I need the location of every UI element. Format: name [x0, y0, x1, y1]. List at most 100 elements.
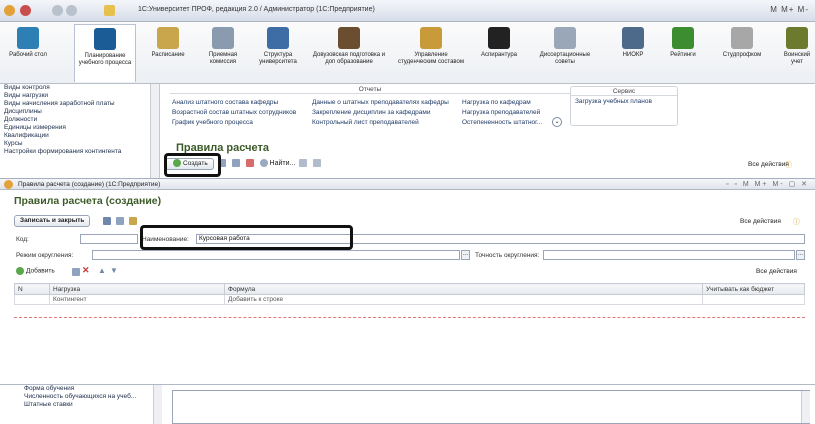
column-header[interactable]: Учитывать как бюджет [702, 283, 805, 295]
report-link[interactable]: Возрастной состав штатных сотрудников [172, 109, 296, 116]
cell[interactable] [14, 294, 50, 305]
section-item[interactable]: Студпрофком [716, 24, 768, 82]
report-link[interactable]: Нагрузка по кафедрам [462, 99, 531, 106]
section-item[interactable]: Приемная комиссия [200, 24, 246, 82]
window-controls[interactable]: M M+ M- [770, 5, 809, 14]
dialog-help-icon[interactable]: ⓘ [793, 217, 800, 227]
save-copy-icon[interactable] [116, 217, 124, 225]
report-link[interactable]: Данные о штатных преподавателях кафедры [312, 99, 449, 106]
section-item[interactable]: Планирование учебного процесса [74, 24, 136, 82]
column-header[interactable]: N [14, 283, 50, 295]
table-row[interactable]: Контингент Добавить к строке [14, 294, 805, 305]
section-item[interactable]: Диссертационные советы [534, 24, 596, 82]
bottom-nav-scrollbar[interactable] [153, 385, 162, 424]
cell[interactable]: Контингент [49, 294, 225, 305]
nav-item[interactable]: Курсы [0, 140, 159, 148]
nav-item[interactable]: Виды начисления заработной платы [0, 100, 159, 108]
section-icon [622, 27, 644, 49]
report-link[interactable]: Анализ штатного состава кафедры [172, 99, 278, 106]
service-link[interactable]: Загрузка учебных планов [571, 96, 677, 107]
window-title-bar: 1С:Университет ПРОФ, редакция 2.0 / Адми… [0, 0, 815, 22]
section-item[interactable]: Рейтинги [660, 24, 706, 82]
save-and-close-button[interactable]: Записать и закрыть [14, 215, 91, 227]
textarea-scrollbar[interactable] [801, 391, 810, 423]
report-link[interactable]: Нагрузка преподавателей [462, 109, 540, 116]
nav-item[interactable]: Настройки формирования контингента [0, 148, 159, 156]
cell[interactable] [702, 294, 805, 305]
column-header[interactable]: Нагрузка [49, 283, 225, 295]
section-icon [731, 27, 753, 49]
nav-item[interactable]: Форма обучения [14, 385, 162, 393]
find-link[interactable]: Найти... [270, 160, 296, 167]
section-item[interactable]: Рабочий стол [8, 24, 48, 82]
dialog-logo-icon[interactable] [4, 180, 13, 189]
nav-item[interactable]: Единицы измерения [0, 124, 159, 132]
nav-item[interactable]: Дисциплины [0, 108, 159, 116]
dialog-title-bar: Правила расчета (создание) (1С:Предприят… [0, 178, 815, 190]
print-form-icon[interactable] [129, 217, 137, 225]
delete-row-icon[interactable]: ✕ [82, 265, 90, 276]
copy-row-icon[interactable] [72, 268, 80, 276]
table-header-row: N Нагрузка Формула Учитывать как бюджет [14, 283, 805, 295]
nav-item[interactable]: Должности [0, 116, 159, 124]
dialog-all-actions[interactable]: Все действия [740, 218, 781, 225]
code-field[interactable] [80, 234, 138, 244]
section-item[interactable]: Расписание [145, 24, 191, 82]
section-item[interactable]: Довузовская подготовка и доп образование [310, 24, 388, 82]
section-label: Структура университета [259, 52, 297, 65]
report-link[interactable]: График учебного процесса [172, 119, 253, 126]
bg-all-actions[interactable]: Все действия [748, 161, 789, 168]
section-item[interactable]: Воинский учет [778, 24, 815, 82]
service-header: Сервис [571, 87, 677, 96]
favorites-icon[interactable] [104, 5, 115, 16]
edit-icon[interactable] [231, 159, 240, 168]
report-link[interactable]: Контрольный лист преподавателей [312, 119, 419, 126]
section-item[interactable]: Управление студенческим составом [396, 24, 466, 82]
nav-item[interactable]: Виды нагрузки [0, 92, 159, 100]
report-link[interactable]: Закрепление дисциплин за кафедрами [312, 109, 431, 116]
highlight-name-field [140, 225, 353, 250]
section-item[interactable]: НИОКР [610, 24, 656, 82]
filter-icon[interactable] [299, 159, 308, 168]
move-down-icon[interactable]: ▼ [110, 266, 118, 275]
nav-item[interactable]: Виды контроля [0, 84, 159, 92]
expand-reports-icon[interactable]: ⌄ [552, 117, 562, 127]
cell[interactable]: Добавить к строке [224, 294, 703, 305]
section-label: Рейтинги [670, 52, 696, 58]
section-item[interactable]: Аспирантура [474, 24, 524, 82]
app-logo-icon[interactable] [4, 5, 15, 16]
search-icon[interactable] [259, 159, 268, 168]
menu-icon[interactable] [20, 5, 31, 16]
section-label: Управление студенческим составом [397, 52, 464, 65]
add-icon [16, 267, 24, 275]
column-header[interactable]: Формула [224, 283, 703, 295]
nav-item[interactable]: Штатные ставки [14, 401, 162, 409]
section-item[interactable]: Структура университета [253, 24, 303, 82]
section-icon [672, 27, 694, 49]
nav-item[interactable]: Квалификации [0, 132, 159, 140]
add-row-button[interactable]: Добавить [16, 267, 55, 275]
table-all-actions[interactable]: Все действия [756, 268, 797, 275]
report-link[interactable]: Остепененность штатног... [462, 119, 542, 126]
nav-item[interactable]: Численность обучающихся на учеб... [14, 393, 162, 401]
section-icon [157, 27, 179, 49]
section-icon [488, 27, 510, 49]
section-icon [267, 27, 289, 49]
rounding-field[interactable] [92, 250, 460, 260]
move-up-icon[interactable]: ▲ [98, 266, 106, 275]
help-icon[interactable]: ⓘ [785, 160, 792, 170]
dialog-window-controls[interactable]: ▫ ▫ M M+ M- ▢ ✕ [726, 180, 809, 188]
forward-icon[interactable] [66, 5, 77, 16]
save-icon[interactable] [103, 217, 111, 225]
left-nav-scrollbar[interactable] [150, 84, 159, 178]
rounding-select-button[interactable]: ... [461, 250, 470, 260]
section-label: Студпрофком [722, 52, 762, 58]
description-textarea[interactable] [172, 390, 810, 424]
precision-field[interactable] [543, 250, 795, 260]
delete-icon[interactable] [245, 159, 254, 168]
back-icon[interactable] [52, 5, 63, 16]
precision-select-button[interactable]: ... [796, 250, 805, 260]
precision-label: Точность округления: [475, 252, 540, 259]
section-icon [17, 27, 39, 49]
print-icon[interactable] [313, 159, 322, 168]
